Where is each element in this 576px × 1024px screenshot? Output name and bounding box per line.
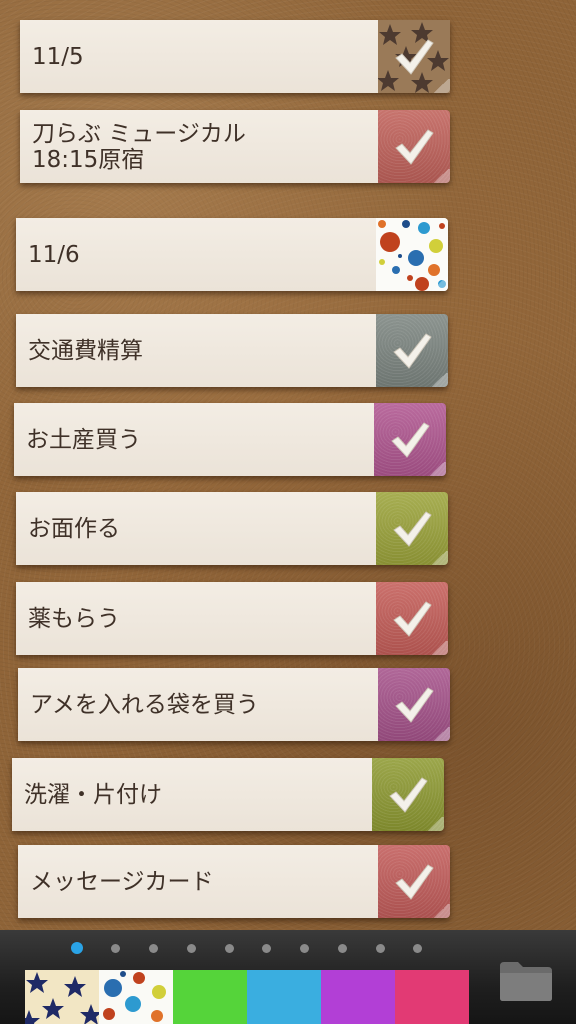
dots-pattern — [103, 971, 166, 1022]
todo-text: お土産買う — [26, 426, 141, 453]
todo-item[interactable]: アメを入れる袋を買う — [18, 668, 450, 741]
todo-check-tab[interactable] — [372, 758, 444, 831]
page-dot-active[interactable] — [71, 942, 83, 954]
swatch-stars[interactable] — [25, 970, 99, 1024]
todo-text: 11/5 — [32, 43, 84, 70]
todo-check-tab[interactable] — [378, 20, 450, 93]
checkmark-icon — [395, 863, 434, 900]
todo-paper[interactable]: 11/5 — [20, 20, 378, 93]
page-dot[interactable] — [300, 944, 309, 953]
color-palette — [25, 970, 469, 1024]
todo-paper[interactable]: 交通費精算 — [16, 314, 376, 387]
todo-text: 刀らぶ ミュージカル 18:15原宿 — [32, 120, 246, 173]
checkmark-icon — [395, 38, 434, 75]
page-dot[interactable] — [187, 944, 196, 953]
todo-check-tab[interactable] — [378, 845, 450, 918]
page-dot[interactable] — [262, 944, 271, 953]
todo-check-tab[interactable] — [378, 668, 450, 741]
todo-text: 11/6 — [28, 241, 80, 268]
todo-paper[interactable]: 洗濯・片付け — [12, 758, 372, 831]
stars-pattern — [25, 972, 99, 1024]
swatch-green[interactable] — [173, 970, 247, 1024]
todo-text: メッセージカード — [30, 868, 214, 895]
todo-paper[interactable]: アメを入れる袋を買う — [18, 668, 378, 741]
checkmark-icon — [393, 332, 432, 369]
page-dot[interactable] — [338, 944, 347, 953]
todo-paper[interactable]: 刀らぶ ミュージカル 18:15原宿 — [20, 110, 378, 183]
checkmark-icon — [393, 510, 432, 547]
todo-check-tab[interactable] — [376, 492, 448, 565]
todo-paper[interactable]: お面作る — [16, 492, 376, 565]
swatch-pink[interactable] — [395, 970, 469, 1024]
todo-text: お面作る — [28, 515, 120, 542]
todo-text: 薬もらう — [28, 605, 120, 632]
todo-text: 洗濯・片付け — [24, 781, 162, 808]
todo-check-tab[interactable] — [376, 218, 448, 291]
swatch-purple[interactable] — [321, 970, 395, 1024]
todo-text: 交通費精算 — [28, 337, 143, 364]
page-dot[interactable] — [376, 944, 385, 953]
checkmark-icon — [389, 776, 428, 813]
page-dot[interactable] — [149, 944, 158, 953]
todo-item[interactable]: メッセージカード — [18, 845, 450, 918]
checkmark-icon — [395, 128, 434, 165]
page-dot[interactable] — [413, 944, 422, 953]
dots-pattern — [376, 218, 448, 291]
page-dot[interactable] — [225, 944, 234, 953]
todo-text: アメを入れる袋を買う — [30, 691, 259, 718]
checkmark-icon — [391, 421, 430, 458]
todo-item[interactable]: 交通費精算 — [16, 314, 448, 387]
page-indicator[interactable] — [0, 940, 576, 958]
folder-icon[interactable] — [498, 958, 554, 1002]
todo-check-tab[interactable] — [378, 110, 450, 183]
todo-item[interactable]: 洗濯・片付け — [12, 758, 444, 831]
todo-paper[interactable]: 11/6 — [16, 218, 376, 291]
todo-check-tab[interactable] — [374, 403, 446, 476]
todo-check-tab[interactable] — [376, 314, 448, 387]
todo-item[interactable]: 11/6 — [16, 218, 448, 291]
todo-item[interactable]: 薬もらう — [16, 582, 448, 655]
checkmark-icon — [393, 600, 432, 637]
todo-check-tab[interactable] — [376, 582, 448, 655]
todo-item[interactable]: 刀らぶ ミュージカル 18:15原宿 — [20, 110, 450, 183]
todo-item[interactable]: 11/5 — [20, 20, 450, 93]
swatch-dots[interactable] — [99, 970, 173, 1024]
todo-item[interactable]: お土産買う — [14, 403, 446, 476]
todo-paper[interactable]: お土産買う — [14, 403, 374, 476]
page-dot[interactable] — [111, 944, 120, 953]
todo-paper[interactable]: 薬もらう — [16, 582, 376, 655]
swatch-blue[interactable] — [247, 970, 321, 1024]
todo-paper[interactable]: メッセージカード — [18, 845, 378, 918]
checkmark-icon — [395, 686, 434, 723]
todo-item[interactable]: お面作る — [16, 492, 448, 565]
